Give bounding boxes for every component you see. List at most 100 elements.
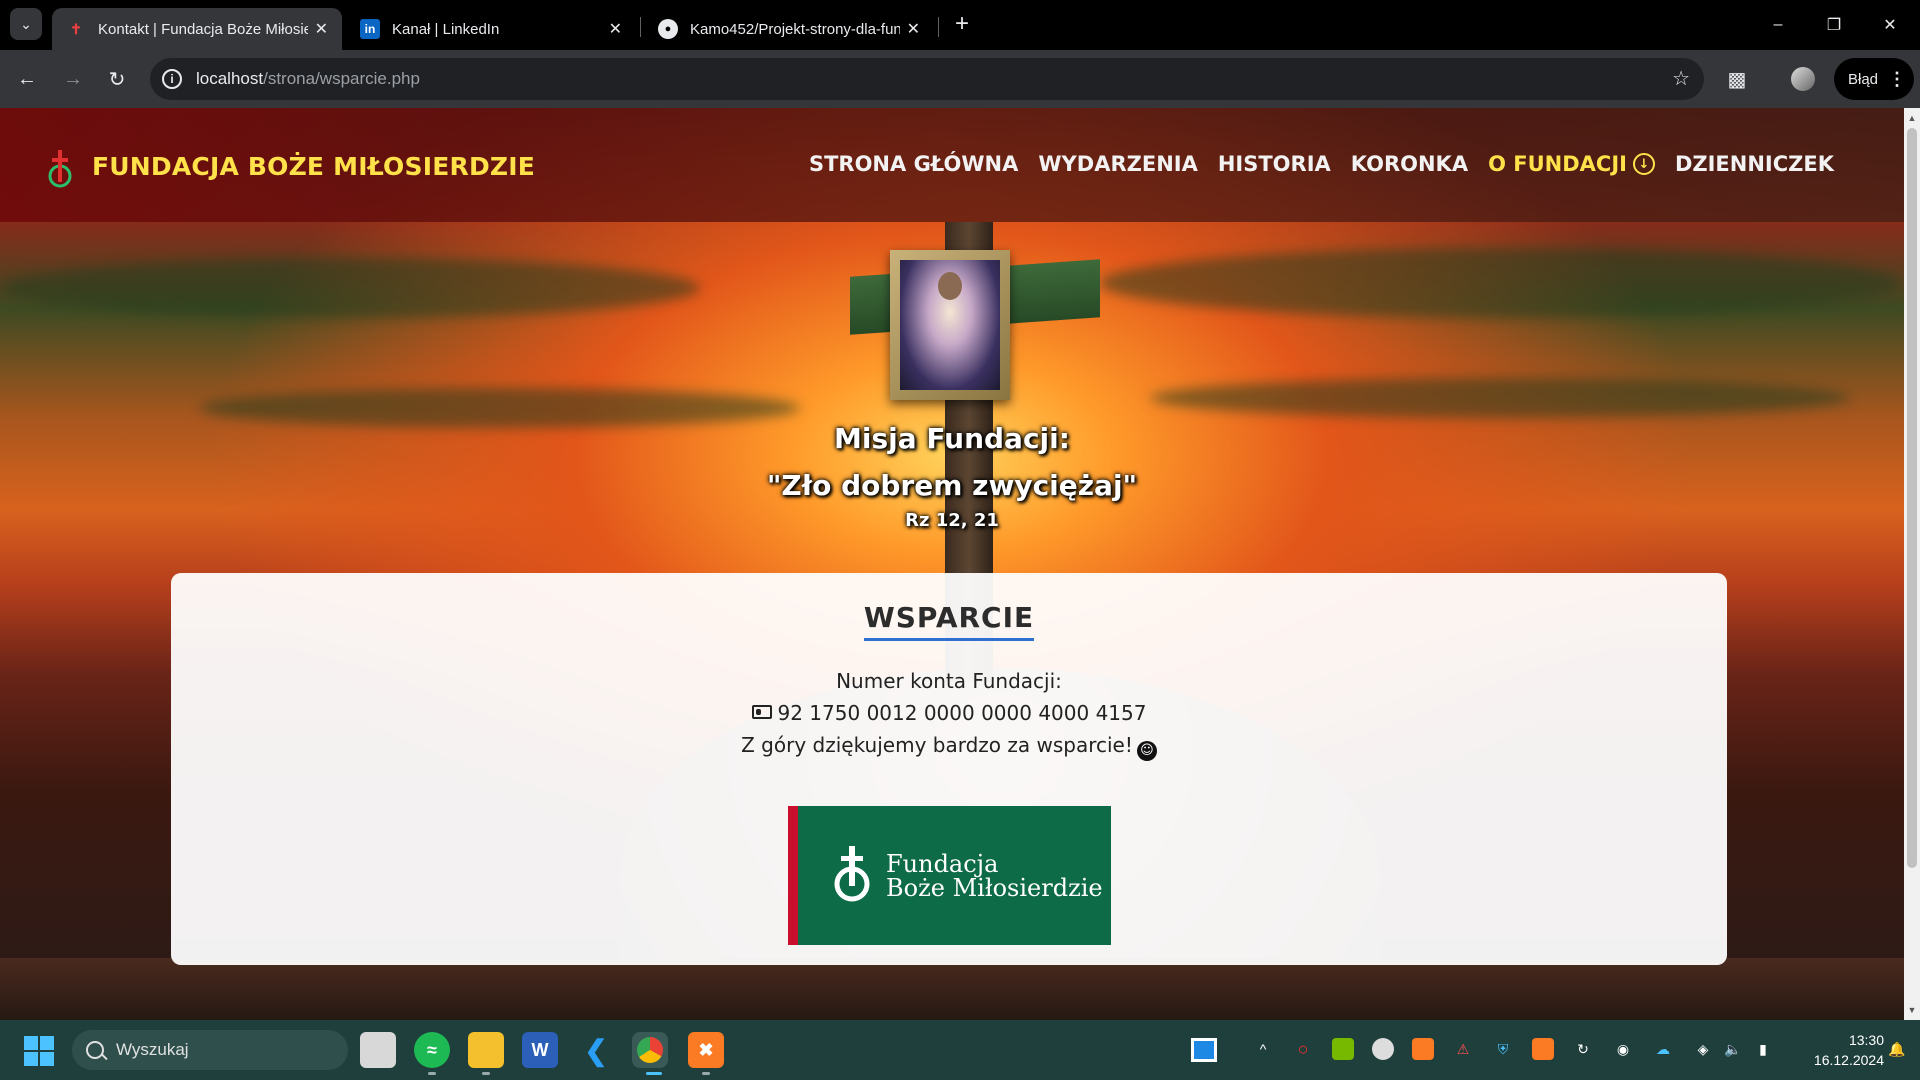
chevron-up-icon[interactable]: ^	[1252, 1038, 1274, 1060]
site-info-icon[interactable]: i	[162, 69, 182, 89]
divine-mercy-image	[890, 250, 1010, 400]
mission-reference: Rz 12, 21	[905, 510, 999, 531]
wifi-icon[interactable]: ◈	[1692, 1038, 1714, 1060]
profile-error-button[interactable]: Błąd ⋮	[1834, 58, 1914, 100]
more-menu-icon[interactable]: ⋮	[1888, 69, 1906, 90]
tab-linkedin[interactable]: in Kanał | LinkedIn ✕	[346, 8, 636, 50]
running-indicator	[428, 1072, 436, 1075]
reload-button[interactable]: ↻	[100, 62, 134, 96]
foundation-logo-icon[interactable]	[46, 148, 74, 190]
tab-search-button[interactable]: ⌄	[10, 8, 42, 40]
running-indicator	[482, 1072, 490, 1075]
page-scrollbar[interactable]: ▲ ▼	[1904, 108, 1920, 1020]
tab-title: Kanał | LinkedIn	[392, 20, 500, 38]
url-path: /strona/wsparcie.php	[263, 69, 420, 88]
tab-bar: ⌄ ✝ Kontakt | Fundacja Boże Miłosierdzie…	[0, 0, 1920, 50]
onedrive-icon[interactable]: ☁	[1652, 1038, 1674, 1060]
mission-banner: Misja Fundacji: "Zło dobrem zwyciężaj" R…	[0, 422, 1904, 531]
close-icon[interactable]: ✕	[609, 19, 622, 39]
clock-date: 16.12.2024	[1813, 1052, 1884, 1068]
url-text[interactable]: localhost/strona/wsparcie.php	[196, 69, 420, 89]
minimize-button[interactable]: –	[1750, 0, 1806, 50]
scroll-up-icon[interactable]: ▲	[1904, 110, 1920, 126]
support-text: Numer konta Fundacji: 92 1750 0012 0000 …	[171, 665, 1727, 761]
windows-taskbar: Wyszukaj ≈ W ❮ ✖ ^ ○ ⚠ ⛨ ↻ ◉ ☁ ◈ 🔈 ▮ 13:…	[0, 1020, 1920, 1080]
taskbar-clock[interactable]: 13:30 16.12.2024	[1784, 1030, 1884, 1070]
linkedin-icon: in	[360, 19, 380, 39]
nav-historia[interactable]: HISTORIA	[1218, 152, 1331, 176]
clock-time: 13:30	[1848, 1032, 1884, 1048]
section-heading: WSPARCIE	[171, 601, 1727, 641]
background-ground	[0, 958, 1904, 1020]
xampp-icon[interactable]: ✖	[688, 1032, 724, 1068]
bookmark-star-icon[interactable]: ☆	[1672, 66, 1690, 91]
site-brand-name[interactable]: FUNDACJA BOŻE MIŁOSIERDZIE	[92, 152, 535, 181]
back-button[interactable]: ←	[10, 62, 44, 96]
notification-bell-icon[interactable]: 🔔	[1886, 1038, 1908, 1060]
opera-icon[interactable]: ○	[1292, 1038, 1314, 1060]
extensions-icon[interactable]: ▩	[1720, 62, 1754, 96]
nvidia-icon[interactable]	[1332, 1038, 1354, 1060]
cross-icon: ✝	[70, 20, 82, 37]
running-indicator	[702, 1072, 710, 1075]
mission-quote: "Zło dobrem zwyciężaj"	[766, 469, 1138, 502]
windows-start-icon[interactable]	[24, 1036, 54, 1066]
new-tab-button[interactable]: +	[950, 10, 974, 37]
section-title: WSPARCIE	[863, 601, 1035, 641]
forward-button[interactable]: →	[56, 62, 90, 96]
tab-kontakt[interactable]: ✝ Kontakt | Fundacja Boże Miłosierdzie ✕	[52, 8, 342, 50]
spotify-icon[interactable]: ≈	[414, 1032, 450, 1068]
url-host: localhost	[196, 69, 264, 88]
camera-icon[interactable]: ◉	[1612, 1038, 1634, 1060]
foundation-logo-banner: Fundacja Boże Miłosierdzie	[788, 806, 1111, 945]
id-card-icon	[751, 705, 772, 719]
volume-icon[interactable]: 🔈	[1722, 1038, 1744, 1060]
site-navbar: FUNDACJA BOŻE MIŁOSIERDZIE STRONA GŁÓWNA…	[0, 108, 1904, 222]
account-number[interactable]: 92 1750 0012 0000 0000 4000 4157	[778, 701, 1147, 725]
chevron-down-icon[interactable]: ↓	[1632, 153, 1655, 175]
logo-line-2: Boże Miłosierdzie	[886, 874, 1103, 902]
tab-github[interactable]: ● Kamo452/Projekt-strony-dla-fundacji ✕	[644, 8, 934, 50]
support-card: WSPARCIE Numer konta Fundacji: 92 1750 0…	[171, 573, 1727, 965]
close-window-button[interactable]: ✕	[1862, 0, 1918, 50]
logo-wordmark: Fundacja Boże Miłosierdzie	[886, 852, 1103, 900]
thanks-row: Z góry dziękujemy bardzo za wsparcie! ☺	[171, 729, 1727, 761]
battery-icon[interactable]: ▮	[1752, 1038, 1774, 1060]
main-nav-menu: STRONA GŁÓWNA WYDARZENIA HISTORIA KORONK…	[809, 152, 1834, 176]
file-explorer-icon[interactable]	[468, 1032, 504, 1068]
media-icon[interactable]	[1372, 1038, 1394, 1060]
nav-koronka[interactable]: KORONKA	[1351, 152, 1468, 176]
xampp-control-icon[interactable]	[1532, 1038, 1554, 1060]
scrollbar-thumb[interactable]	[1907, 128, 1917, 868]
github-icon: ●	[658, 19, 678, 39]
sync-icon[interactable]: ↻	[1572, 1038, 1594, 1060]
xampp-tray-icon[interactable]	[1412, 1038, 1434, 1060]
restore-button[interactable]: ❐	[1806, 0, 1862, 50]
taskbar-search[interactable]: Wyszukaj	[72, 1030, 348, 1070]
page-viewport: FUNDACJA BOŻE MIŁOSIERDZIE STRONA GŁÓWNA…	[0, 108, 1904, 1020]
browser-toolbar: ← → ↻ i localhost/strona/wsparcie.php ☆ …	[0, 50, 1920, 108]
background-cloud	[1100, 248, 1900, 318]
widgets-icon[interactable]	[1186, 1032, 1222, 1068]
shield-icon[interactable]: ⛨	[1492, 1038, 1514, 1060]
nav-o-fundacji[interactable]: O FUNDACJI ↓	[1488, 152, 1655, 176]
search-icon	[86, 1041, 104, 1059]
nav-wydarzenia[interactable]: WYDARZENIA	[1038, 152, 1197, 176]
scroll-down-icon[interactable]: ▼	[1904, 1002, 1920, 1018]
search-placeholder: Wyszukaj	[116, 1040, 189, 1059]
nav-strona-glowna[interactable]: STRONA GŁÓWNA	[809, 152, 1018, 176]
close-icon[interactable]: ✕	[907, 19, 920, 39]
close-icon[interactable]: ✕	[315, 19, 328, 39]
address-bar[interactable]: i localhost/strona/wsparcie.php ☆	[150, 58, 1704, 100]
account-number-row: 92 1750 0012 0000 0000 4000 4157	[171, 697, 1727, 729]
avatar[interactable]	[1786, 62, 1820, 96]
tab-title: Kamo452/Projekt-strony-dla-fundacji	[690, 20, 900, 38]
security-alert-icon[interactable]: ⚠	[1452, 1038, 1474, 1060]
chrome-icon[interactable]	[632, 1032, 668, 1068]
vscode-icon[interactable]: ❮	[578, 1032, 614, 1068]
word-icon[interactable]: W	[522, 1032, 558, 1068]
nav-o-fundacji-label: O FUNDACJI	[1488, 152, 1627, 176]
task-view-icon[interactable]	[360, 1032, 396, 1068]
thanks-text: Z góry dziękujemy bardzo za wsparcie!	[741, 733, 1133, 757]
nav-dzienniczek[interactable]: DZIENNICZEK	[1675, 152, 1834, 176]
